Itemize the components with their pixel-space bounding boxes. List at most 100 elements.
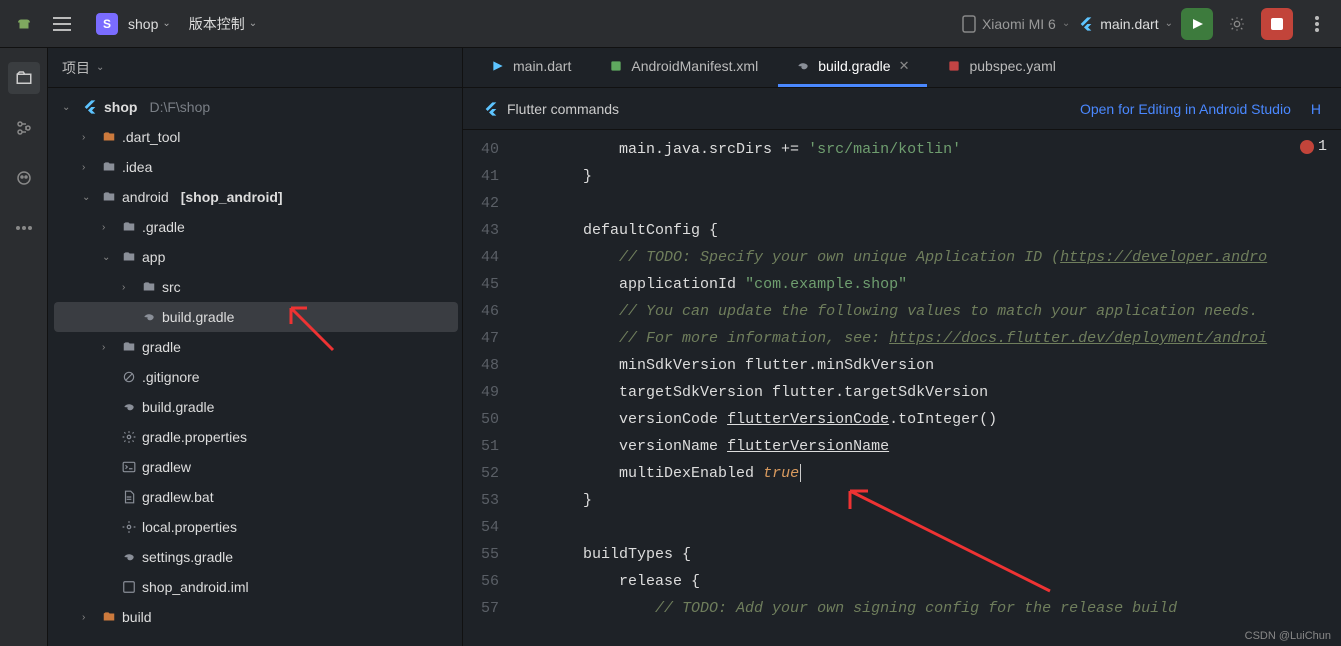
tool-rail [0, 48, 48, 646]
device-selector[interactable]: Xiaomi MI 6 ⌄ [962, 15, 1070, 33]
folder-icon [102, 160, 116, 174]
tree-label: local.properties [142, 519, 237, 535]
tree-item-idea[interactable]: ›.idea [54, 152, 458, 182]
tree-label: android [122, 189, 169, 205]
tree-item-gradle-dir2[interactable]: ›gradle [54, 332, 458, 362]
code-text [511, 514, 1267, 541]
cmdbar-title: Flutter commands [507, 101, 619, 117]
code-text: buildTypes { [511, 546, 691, 563]
code-text: } [511, 168, 592, 185]
error-icon [1300, 140, 1314, 154]
code-link[interactable]: https://developer.andro [1060, 249, 1267, 266]
tree-item-src[interactable]: ›src [54, 272, 458, 302]
chevron-down-icon: ⌄ [1165, 18, 1173, 29]
module-icon [122, 580, 136, 594]
code-text: targetSdkVersion flutter.targetSdkVersio… [511, 384, 988, 401]
code-editor[interactable]: 1 404142434445464748495051525354555657 m… [463, 130, 1341, 646]
code-text [511, 190, 1267, 217]
help-link[interactable]: H [1311, 101, 1321, 117]
code-text: versionName [511, 438, 727, 455]
gear-icon [122, 520, 136, 534]
gradle-icon [122, 550, 136, 564]
tree-label: .dart_tool [122, 129, 180, 145]
tree-item-gradlew[interactable]: gradlew [54, 452, 458, 482]
tab-label: AndroidManifest.xml [631, 58, 758, 74]
project-dropdown[interactable]: shop⌄ [128, 16, 171, 32]
tree-item-gradle-properties[interactable]: gradle.properties [54, 422, 458, 452]
tab-manifest[interactable]: AndroidManifest.xml [591, 48, 776, 87]
tab-pubspec[interactable]: pubspec.yaml [929, 48, 1073, 87]
run-button[interactable] [1181, 8, 1213, 40]
tree-item-iml[interactable]: shop_android.iml [54, 572, 458, 602]
caret-down-icon: ⌄ [82, 192, 96, 203]
code-value: true [763, 465, 799, 482]
tree-item-dart-tool[interactable]: › .dart_tool [54, 122, 458, 152]
tree-item-build-gradle-app[interactable]: build.gradle [54, 302, 458, 332]
debug-button[interactable] [1221, 8, 1253, 40]
structure-tool-icon[interactable] [8, 112, 40, 144]
stop-button[interactable] [1261, 8, 1293, 40]
run-config-label: main.dart [1100, 16, 1158, 32]
project-panel-header[interactable]: 项目 ⌄ [48, 48, 462, 88]
tree-item-build[interactable]: ›build [54, 602, 458, 632]
editor-area: main.dart AndroidManifest.xml build.grad… [463, 48, 1341, 646]
tree-item-gradlew-bat[interactable]: gradlew.bat [54, 482, 458, 512]
caret-right-icon: › [82, 132, 96, 143]
caret-down-icon: ⌄ [62, 102, 76, 113]
tab-label: build.gradle [818, 58, 890, 74]
tree-path: D:\F\shop [149, 99, 210, 115]
folder-icon [122, 250, 136, 264]
code-lines: main.java.srcDirs += 'src/main/kotlin' }… [511, 130, 1267, 646]
terminal-icon [122, 460, 136, 474]
open-android-studio-link[interactable]: Open for Editing in Android Studio [1080, 101, 1291, 117]
code-text: minSdkVersion flutter.minSdkVersion [511, 357, 934, 374]
more-tools-icon[interactable] [8, 212, 40, 244]
tree-label: gradle [142, 339, 181, 355]
code-ref: flutterVersionName [727, 438, 889, 455]
chevron-down-icon: ⌄ [1062, 18, 1070, 29]
project-tool-icon[interactable] [8, 62, 40, 94]
editor-tabs: main.dart AndroidManifest.xml build.grad… [463, 48, 1341, 88]
chevron-down-icon: ⌄ [162, 18, 170, 29]
folder-icon [142, 280, 156, 294]
tree-item-gitignore[interactable]: .gitignore [54, 362, 458, 392]
folder-icon [122, 220, 136, 234]
code-ref: flutterVersionCode [727, 411, 889, 428]
hamburger-icon[interactable] [46, 8, 78, 40]
vcs-dropdown[interactable]: 版本控制⌄ [189, 14, 257, 34]
code-comment: // TODO: Add your own signing config for… [511, 600, 1177, 617]
tab-build-gradle[interactable]: build.gradle ✕ [778, 48, 927, 87]
tree-item-settings-gradle[interactable]: settings.gradle [54, 542, 458, 572]
caret-right-icon: › [82, 612, 96, 623]
folder-icon [122, 340, 136, 354]
yaml-icon [947, 59, 961, 73]
tree-item-gradle-dir[interactable]: ›.gradle [54, 212, 458, 242]
copilot-tool-icon[interactable] [8, 162, 40, 194]
tree-label: gradlew.bat [142, 489, 214, 505]
tree-label: src [162, 279, 181, 295]
gitignore-icon [122, 370, 136, 384]
tree-item-build-gradle-root[interactable]: build.gradle [54, 392, 458, 422]
device-label: Xiaomi MI 6 [982, 16, 1056, 32]
project-badge: S [96, 13, 118, 35]
error-indicator[interactable]: 1 [1300, 138, 1327, 155]
tree-label: .gitignore [142, 369, 200, 385]
flutter-cmdbar: Flutter commands Open for Editing in And… [463, 88, 1341, 130]
code-text: versionCode [511, 411, 727, 428]
code-text: } [511, 492, 592, 509]
tree-root[interactable]: ⌄shopD:\F\shop [54, 92, 458, 122]
more-menu-icon[interactable] [1301, 8, 1333, 40]
code-text: .toInteger() [889, 411, 997, 428]
titlebar: S shop⌄ 版本控制⌄ Xiaomi MI 6 ⌄ main.dart ⌄ [0, 0, 1341, 48]
close-icon[interactable]: ✕ [899, 58, 910, 74]
tree-item-local-properties[interactable]: local.properties [54, 512, 458, 542]
tab-main-dart[interactable]: main.dart [473, 48, 589, 87]
project-tree: ⌄shopD:\F\shop › .dart_tool ›.idea ⌄ andro… [48, 88, 462, 646]
code-comment: // For more information, see: [511, 330, 889, 347]
tree-item-app[interactable]: ⌄app [54, 242, 458, 272]
run-config-selector[interactable]: main.dart ⌄ [1078, 16, 1173, 32]
vcs-label: 版本控制 [189, 14, 245, 34]
tree-label: gradlew [142, 459, 191, 475]
code-link[interactable]: https://docs.flutter.dev/deployment/andr… [889, 330, 1267, 347]
tree-item-android[interactable]: ⌄android[shop_android] [54, 182, 458, 212]
